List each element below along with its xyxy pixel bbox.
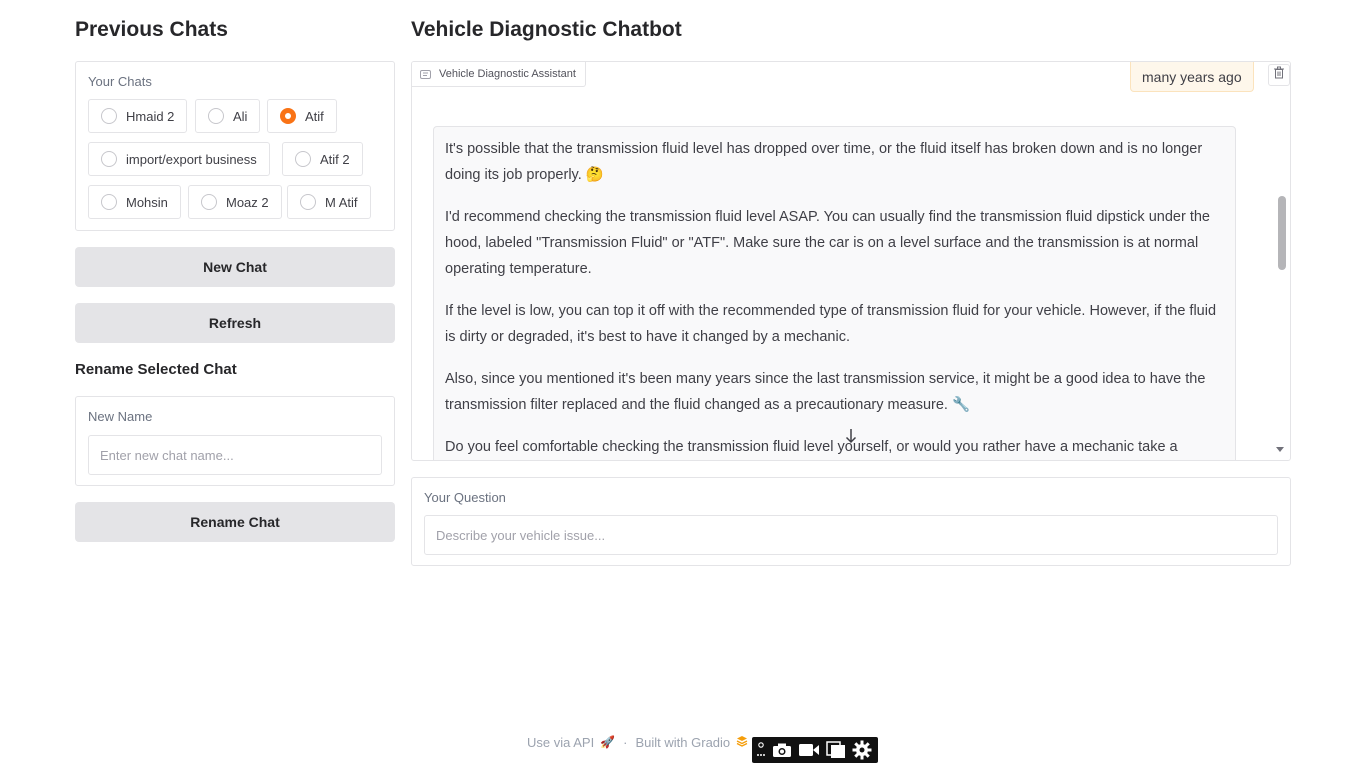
chat-option-label: Hmaid 2 — [126, 108, 175, 124]
camera-icon[interactable] — [772, 742, 792, 758]
footer: Use via API 🚀 · Built with Gradio — [527, 733, 748, 751]
chat-option-ali[interactable]: Ali — [195, 99, 261, 133]
recorder-toolbar — [752, 737, 878, 763]
message-paragraph: If the level is low, you can top it off … — [445, 303, 1217, 345]
radio-icon[interactable] — [295, 151, 311, 167]
clear-chat-button[interactable] — [1268, 64, 1290, 86]
footer-separator: · — [623, 734, 628, 750]
message-paragraph: Do you feel comfortable checking the tra… — [445, 439, 1178, 455]
chat-bubble-icon — [420, 69, 431, 79]
settings-gear-icon[interactable] — [852, 740, 872, 760]
chat-option-import-export-business[interactable]: import/export business — [88, 142, 270, 176]
chatbot-label: Vehicle Diagnostic Assistant — [412, 62, 586, 87]
chat-option-mohsin[interactable]: Mohsin — [88, 185, 181, 219]
chat-option-moaz-2[interactable]: Moaz 2 — [188, 185, 282, 219]
message-paragraph: It's possible that the transmission flui… — [445, 141, 1203, 183]
radio-icon[interactable] — [101, 108, 117, 124]
rename-chat-button[interactable]: Rename Chat — [75, 502, 395, 542]
radio-icon[interactable] — [101, 151, 117, 167]
arrow-down-icon — [845, 428, 857, 449]
scrollbar-down-arrow-icon[interactable] — [1276, 447, 1284, 452]
message-timestamp: many years ago — [1130, 62, 1254, 92]
rocket-icon: 🚀 — [600, 735, 616, 749]
chat-selector-label: Your Chats — [88, 74, 152, 89]
chatbot-label-text: Vehicle Diagnostic Assistant — [439, 68, 576, 80]
new-chat-button[interactable]: New Chat — [75, 247, 395, 287]
chat-option-label: import/export business — [126, 151, 257, 167]
radio-icon[interactable] — [101, 194, 117, 210]
chat-option-hmaid-2[interactable]: Hmaid 2 — [88, 99, 188, 133]
chat-option-atif[interactable]: Atif — [267, 99, 337, 133]
chatbot-panel[interactable]: Vehicle Diagnostic Assistant many years … — [411, 61, 1291, 461]
video-camera-icon[interactable] — [798, 743, 820, 757]
radio-icon[interactable] — [201, 194, 217, 210]
sidebar-title: Previous Chats — [75, 18, 228, 41]
trash-icon — [1273, 66, 1285, 84]
chat-option-label: Ali — [233, 108, 248, 124]
rename-field-group: New Name — [75, 396, 395, 486]
question-label: Your Question — [424, 490, 506, 505]
message-paragraph: Also, since you mentioned it's been many… — [445, 371, 1206, 413]
message-paragraph: I'd recommend checking the transmission … — [445, 209, 1210, 277]
assistant-message: It's possible that the transmission flui… — [433, 126, 1236, 460]
rename-section-title: Rename Selected Chat — [75, 361, 237, 378]
chat-option-label: Mohsin — [126, 194, 168, 210]
new-name-input[interactable] — [88, 435, 382, 475]
chat-option-label: Atif — [305, 108, 324, 124]
radio-icon[interactable] — [208, 108, 224, 124]
drag-handle-icon[interactable] — [756, 741, 766, 759]
chat-option-label: M Atif — [325, 194, 358, 210]
scroll-to-bottom-button[interactable] — [843, 428, 859, 448]
chat-option-label: Moaz 2 — [226, 194, 269, 210]
page-title: Vehicle Diagnostic Chatbot — [411, 18, 682, 41]
scrollbar-thumb[interactable] — [1278, 196, 1286, 270]
copy-icon[interactable] — [826, 741, 846, 759]
chat-option-atif-2[interactable]: Atif 2 — [282, 142, 363, 176]
radio-selected-icon[interactable] — [280, 108, 296, 124]
chat-option-label: Atif 2 — [320, 151, 350, 167]
radio-icon[interactable] — [300, 194, 316, 210]
built-with-gradio-link[interactable]: Built with Gradio — [636, 735, 731, 750]
new-name-label: New Name — [88, 409, 153, 424]
use-via-api-link[interactable]: Use via API — [527, 735, 594, 750]
refresh-button[interactable]: Refresh — [75, 303, 395, 343]
chat-option-m-atif[interactable]: M Atif — [287, 185, 371, 219]
chat-selector: Your Chats Hmaid 2 Ali Atif import/expor… — [75, 61, 395, 231]
question-field-group: Your Question — [411, 477, 1291, 566]
gradio-logo-icon — [736, 735, 748, 750]
question-input[interactable] — [424, 515, 1278, 555]
